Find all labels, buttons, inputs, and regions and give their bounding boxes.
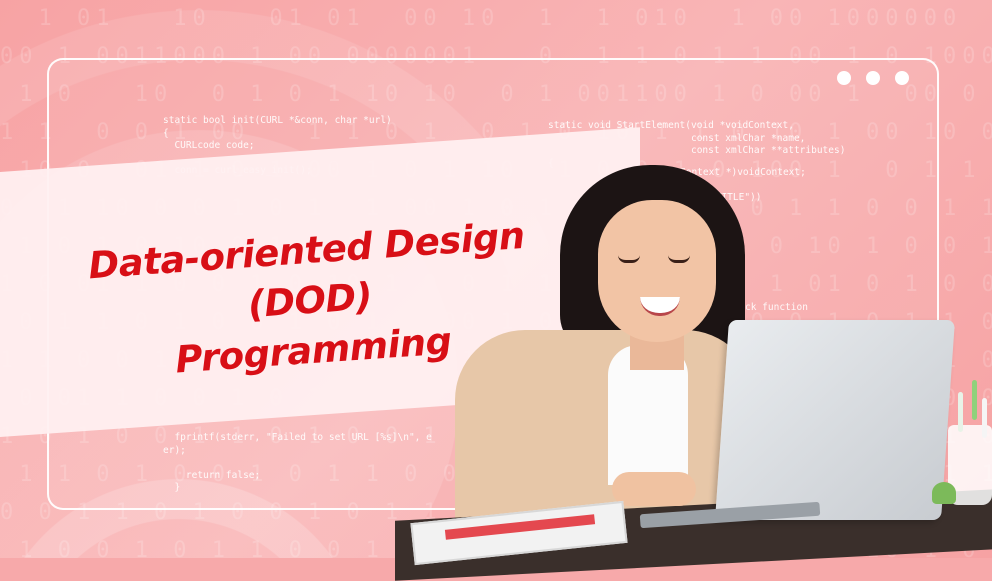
face bbox=[598, 200, 716, 342]
pen-icon bbox=[958, 392, 963, 432]
hand bbox=[612, 472, 696, 506]
pen-icon bbox=[972, 380, 977, 420]
plant bbox=[932, 482, 956, 504]
code-snippet-right-mid3: ck function bbox=[745, 302, 808, 313]
code-snippet-left-bottom: fprintf(stderr, "Failed to set URL [%s]\… bbox=[163, 432, 432, 493]
window-dot-icon bbox=[866, 71, 880, 85]
window-dot-icon bbox=[895, 71, 909, 85]
window-controls bbox=[837, 71, 909, 85]
binary-row: 1 01 10 01 01 00 10 1 1 010 1 00 1000000… bbox=[38, 6, 963, 31]
laptop-icon bbox=[715, 320, 955, 520]
window-dot-icon bbox=[837, 71, 851, 85]
pen-icon bbox=[982, 398, 987, 438]
